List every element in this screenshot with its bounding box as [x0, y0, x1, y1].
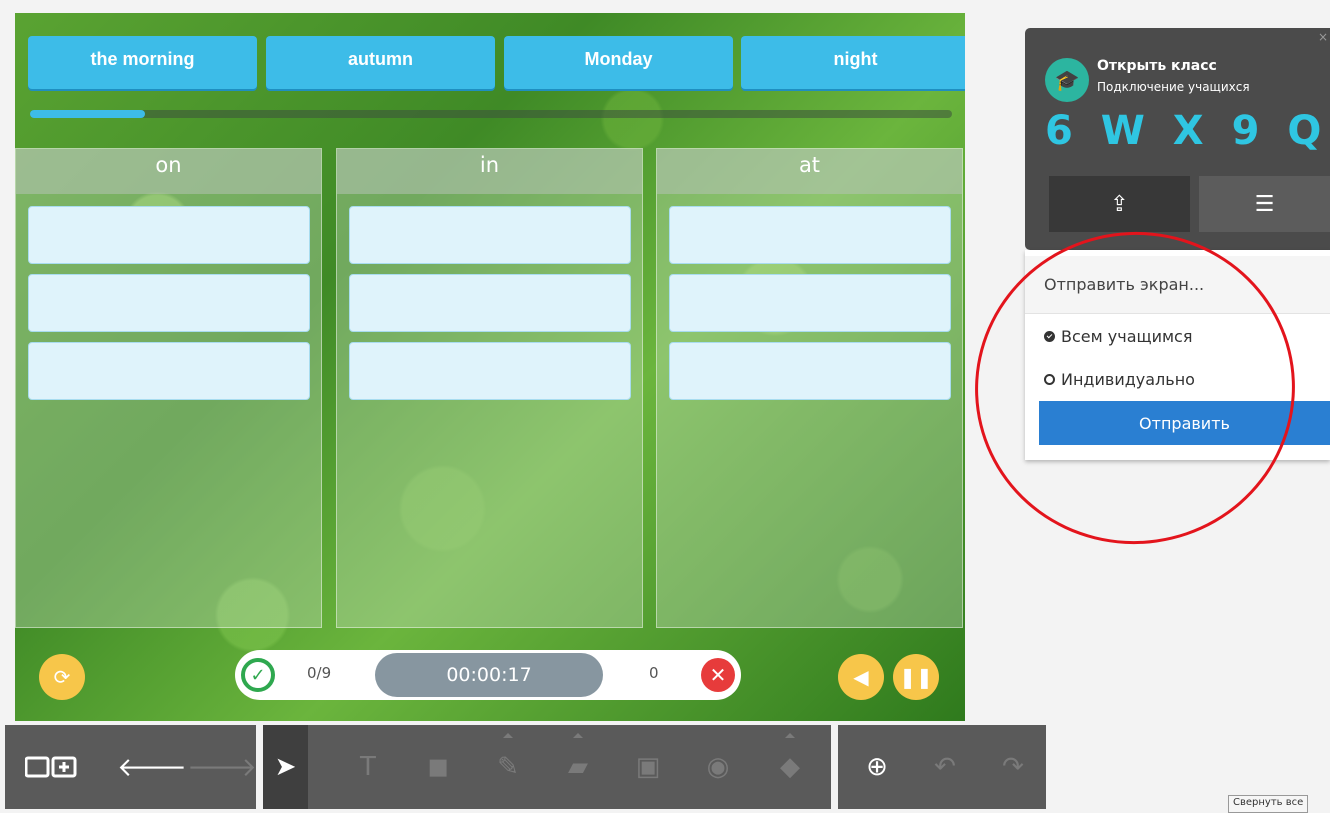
word-card-the-morning[interactable]: the morning [28, 36, 257, 89]
list-tab[interactable]: ☰ [1199, 176, 1330, 232]
speaker-icon: ◀ [853, 665, 869, 689]
drop-slot[interactable] [349, 206, 631, 264]
option-label: Индивидуально [1061, 370, 1195, 389]
wrong-count: 0 [649, 664, 659, 682]
column-at: at [656, 148, 963, 628]
pause-icon: ❚❚ [899, 665, 933, 689]
refresh-icon: ⟳ [53, 665, 71, 689]
fill-icon[interactable]: ◆ [765, 725, 815, 809]
column-in: in [336, 148, 643, 628]
undo-icon[interactable]: ↶ [920, 725, 970, 809]
score-bar: ✓ 0/9 00:00:17 0 ✕ [235, 650, 741, 700]
progress-bar-fill [30, 110, 146, 118]
restart-button[interactable]: ⟳ [39, 654, 85, 700]
drop-slot[interactable] [669, 342, 951, 400]
class-title: Открыть класс [1097, 58, 1217, 74]
screens-icon[interactable] [21, 725, 81, 809]
class-code: 6 W X 9 Q [1045, 108, 1329, 154]
share-icon: ⇪ [1110, 191, 1129, 217]
stamp-icon[interactable]: ▣ [623, 725, 673, 809]
column-header-in: in [337, 149, 642, 194]
palette-icon[interactable]: ◉ [693, 725, 743, 809]
send-button[interactable]: Отправить [1039, 401, 1330, 445]
text-icon[interactable]: T [343, 725, 393, 809]
toolbar-navigation: 🡐 🡒 [5, 725, 257, 809]
graduation-cap-icon: 🎓 [1045, 58, 1089, 102]
word-card-autumn[interactable]: autumn [266, 36, 495, 89]
collapse-all-button[interactable]: Свернуть все [1228, 795, 1309, 813]
timer: 00:00:17 [375, 653, 603, 697]
drop-slot[interactable] [669, 274, 951, 332]
arrow-left-icon[interactable]: 🡐 [117, 725, 187, 809]
correct-count: 0/9 [307, 664, 332, 682]
class-subtitle: Подключение учащихся [1097, 80, 1250, 94]
pen-icon[interactable]: ✎ [483, 725, 533, 809]
drop-slot[interactable] [28, 342, 310, 400]
arrow-right-icon[interactable]: 🡒 [187, 725, 257, 809]
word-card-monday[interactable]: Monday [504, 36, 733, 89]
game-board: the morning autumn Monday night on in at… [15, 13, 965, 721]
sound-button[interactable]: ◀ [838, 654, 884, 700]
option-label: Всем учащимся [1061, 327, 1193, 346]
drop-slot[interactable] [669, 206, 951, 264]
pause-button[interactable]: ❚❚ [893, 654, 939, 700]
zoom-icon[interactable]: ⊕ [852, 725, 902, 809]
list-icon: ☰ [1254, 191, 1275, 217]
column-on: on [15, 148, 322, 628]
pointer-icon[interactable]: ➤ [263, 725, 308, 809]
eraser-icon[interactable]: ▰ [553, 725, 603, 809]
radio-unchecked-icon [1044, 374, 1055, 385]
radio-checked-icon [1044, 331, 1055, 342]
cross-icon: ✕ [701, 658, 735, 692]
send-screen-title: Отправить экран... [1025, 256, 1330, 314]
toolbar-view: ⊕ ↶ ↷ [838, 725, 1046, 809]
shapes-icon[interactable]: ◼ [413, 725, 463, 809]
option-individual[interactable]: Индивидуально [1044, 370, 1195, 389]
check-icon: ✓ [241, 658, 275, 692]
option-all-students[interactable]: Всем учащимся [1044, 327, 1192, 346]
share-tab[interactable]: ⇪ [1049, 176, 1190, 232]
redo-icon[interactable]: ↷ [988, 725, 1038, 809]
drop-slot[interactable] [28, 274, 310, 332]
send-screen-panel: Отправить экран... Всем учащимся Индивид… [1025, 250, 1330, 460]
word-card-night[interactable]: night [741, 36, 965, 89]
toolbar-tools: ➤ T ◼ ✎ ▰ ▣ ◉ ◆ [263, 725, 831, 809]
drop-slot[interactable] [349, 274, 631, 332]
drop-slot[interactable] [28, 206, 310, 264]
class-panel: × 🎓 Открыть класс Подключение учащихся 6… [1025, 28, 1330, 250]
column-header-at: at [657, 149, 962, 194]
progress-bar [30, 110, 952, 118]
close-icon[interactable]: × [1318, 30, 1328, 44]
drop-slot[interactable] [349, 342, 631, 400]
column-header-on: on [16, 149, 321, 194]
